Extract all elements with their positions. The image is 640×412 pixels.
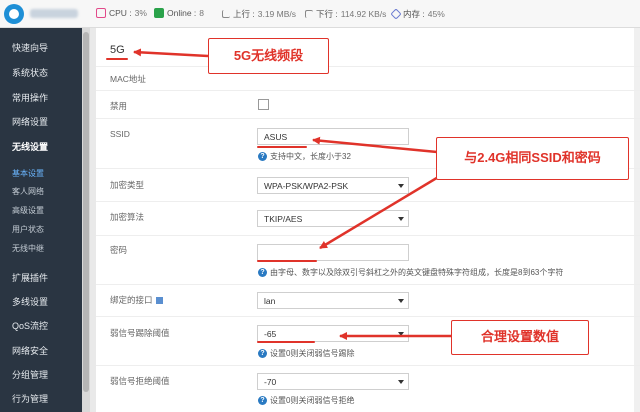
divider: [96, 90, 640, 91]
disable-label: 禁用: [110, 101, 128, 111]
sidebar-scrollbar[interactable]: [82, 28, 90, 412]
weak-kick-hint-text: 设置0则关闭弱信号踢除: [270, 349, 355, 358]
top-status-bar: CPU : 3% Online : 8 上行 : 3.19 MB/s 下行 : …: [0, 0, 640, 28]
ssid-hint: ? 支持中文，长度小于32: [258, 151, 351, 162]
divider: [96, 201, 640, 202]
memory-stat: 内存 : 45%: [390, 8, 445, 20]
ssid-label: SSID: [110, 129, 130, 139]
upload-stat: 上行 : 3.19 MB/s: [222, 8, 296, 20]
weak-kick-value: -65: [264, 329, 277, 339]
callout-same-ssid: 与2.4G相同SSID和密码: [436, 137, 629, 180]
sidebar-subitem-advanced[interactable]: 高级设置: [0, 205, 82, 216]
bind-iface-value: lan: [264, 296, 276, 306]
sidebar-item-security[interactable]: 网络安全: [0, 344, 82, 357]
chevron-down-icon: [398, 184, 404, 188]
password-input[interactable]: [257, 244, 409, 261]
ssid-hint-text: 支持中文，长度小于32: [270, 152, 351, 161]
divider: [96, 316, 640, 317]
cpu-stat: CPU : 3%: [96, 8, 147, 18]
callout-5g-band: 5G无线频段: [208, 38, 329, 74]
page-scrollbar[interactable]: [634, 28, 640, 412]
sidebar-item-plugins[interactable]: 扩展插件: [0, 271, 82, 284]
interface-info-icon[interactable]: [155, 297, 163, 305]
online-stat: Online : 8: [154, 8, 204, 18]
sidebar-item-wireless[interactable]: 无线设置: [0, 140, 82, 153]
upload-icon: [222, 10, 230, 18]
disable-checkbox[interactable]: [258, 99, 269, 110]
password-hint-text: 由字母、数字以及除双引号斜杠之外的英文键盘特殊字符组成，长度是8到63个字符: [270, 268, 564, 277]
sidebar-item-network[interactable]: 网络设置: [0, 115, 82, 128]
cpu-value: 3%: [134, 8, 147, 18]
upload-label: 上行 :: [233, 9, 255, 19]
password-underline: [257, 260, 317, 262]
help-icon: ?: [258, 396, 267, 405]
sidebar-item-quick-wizard[interactable]: 快速向导: [0, 41, 82, 54]
sidebar-item-system-status[interactable]: 系统状态: [0, 66, 82, 79]
download-icon: [305, 10, 313, 18]
cpu-icon: [96, 8, 106, 18]
chevron-down-icon: [398, 299, 404, 303]
weak-reject-select[interactable]: -70: [257, 373, 409, 390]
section-title-5g: 5G: [110, 44, 125, 56]
sidebar-item-multiline[interactable]: 多线设置: [0, 295, 82, 308]
sidebar-subitem-guest[interactable]: 客人网络: [0, 186, 82, 197]
memory-label: 内存 :: [403, 9, 425, 19]
help-icon: ?: [258, 349, 267, 358]
sidebar-item-common-ops[interactable]: 常用操作: [0, 91, 82, 104]
divider: [96, 66, 640, 67]
chevron-down-icon: [398, 332, 404, 336]
download-stat: 下行 : 114.92 KB/s: [305, 8, 386, 20]
sidebar-item-groups[interactable]: 分组管理: [0, 368, 82, 381]
sidebar-scrollbar-thumb[interactable]: [83, 32, 89, 392]
bind-iface-label: 绑定的接口: [110, 294, 163, 306]
ssid-input[interactable]: ASUS: [257, 128, 409, 145]
online-label: Online :: [167, 8, 197, 18]
chevron-down-icon: [398, 217, 404, 221]
router-logo-icon: [4, 4, 24, 24]
weak-kick-hint: ? 设置0则关闭弱信号踢除: [258, 348, 354, 359]
callout-threshold: 合理设置数值: [451, 320, 589, 355]
sidebar-subitem-basic[interactable]: 基本设置: [0, 168, 82, 179]
weak-reject-hint: ? 设置0则关闭弱信号拒绝: [258, 395, 354, 406]
password-label: 密码: [110, 245, 128, 255]
download-value: 114.92 KB/s: [340, 9, 387, 19]
help-icon: ?: [258, 152, 267, 161]
bind-iface-label-text: 绑定的接口: [110, 295, 153, 305]
online-value: 8: [199, 8, 205, 18]
ssid-underline: [257, 146, 307, 148]
cpu-label: CPU :: [109, 8, 132, 18]
weak-kick-select[interactable]: -65: [257, 325, 409, 342]
divider: [96, 118, 640, 119]
weak-reject-hint-text: 设置0则关闭弱信号拒绝: [270, 396, 355, 405]
encrypt-algo-value: TKIP/AES: [264, 214, 303, 224]
divider: [96, 235, 640, 236]
download-label: 下行 :: [316, 9, 338, 19]
encrypt-type-select[interactable]: WPA-PSK/WPA2-PSK: [257, 177, 409, 194]
weak-kick-label: 弱信号踢除阈值: [110, 328, 170, 338]
sidebar-item-qos[interactable]: QoS流控: [0, 319, 82, 332]
memory-value: 45%: [427, 9, 445, 19]
memory-icon: [390, 8, 402, 20]
bind-iface-select[interactable]: lan: [257, 292, 409, 309]
sidebar-subitem-user-status[interactable]: 用户状态: [0, 224, 82, 235]
online-icon: [154, 8, 164, 18]
weak-reject-value: -70: [264, 377, 277, 387]
blurred-brand-name: [30, 9, 78, 18]
sidebar-subitem-repeater[interactable]: 无线中继: [0, 243, 82, 254]
chevron-down-icon: [398, 380, 404, 384]
weak-kick-underline: [257, 341, 315, 343]
encrypt-algo-select[interactable]: TKIP/AES: [257, 210, 409, 227]
help-icon: ?: [258, 268, 267, 277]
underline-5g: [106, 58, 128, 60]
sidebar-item-behavior[interactable]: 行为管理: [0, 392, 82, 405]
encrypt-algo-label: 加密算法: [110, 212, 145, 222]
weak-reject-label: 弱信号拒绝阈值: [110, 376, 170, 386]
divider: [96, 365, 640, 366]
password-hint: ? 由字母、数字以及除双引号斜杠之外的英文键盘特殊字符组成，长度是8到63个字符: [258, 267, 563, 278]
divider: [96, 284, 640, 285]
encrypt-type-value: WPA-PSK/WPA2-PSK: [264, 181, 349, 191]
encrypt-type-label: 加密类型: [110, 180, 145, 190]
upload-value: 3.19 MB/s: [257, 9, 297, 19]
mac-label: MAC地址: [110, 74, 146, 84]
